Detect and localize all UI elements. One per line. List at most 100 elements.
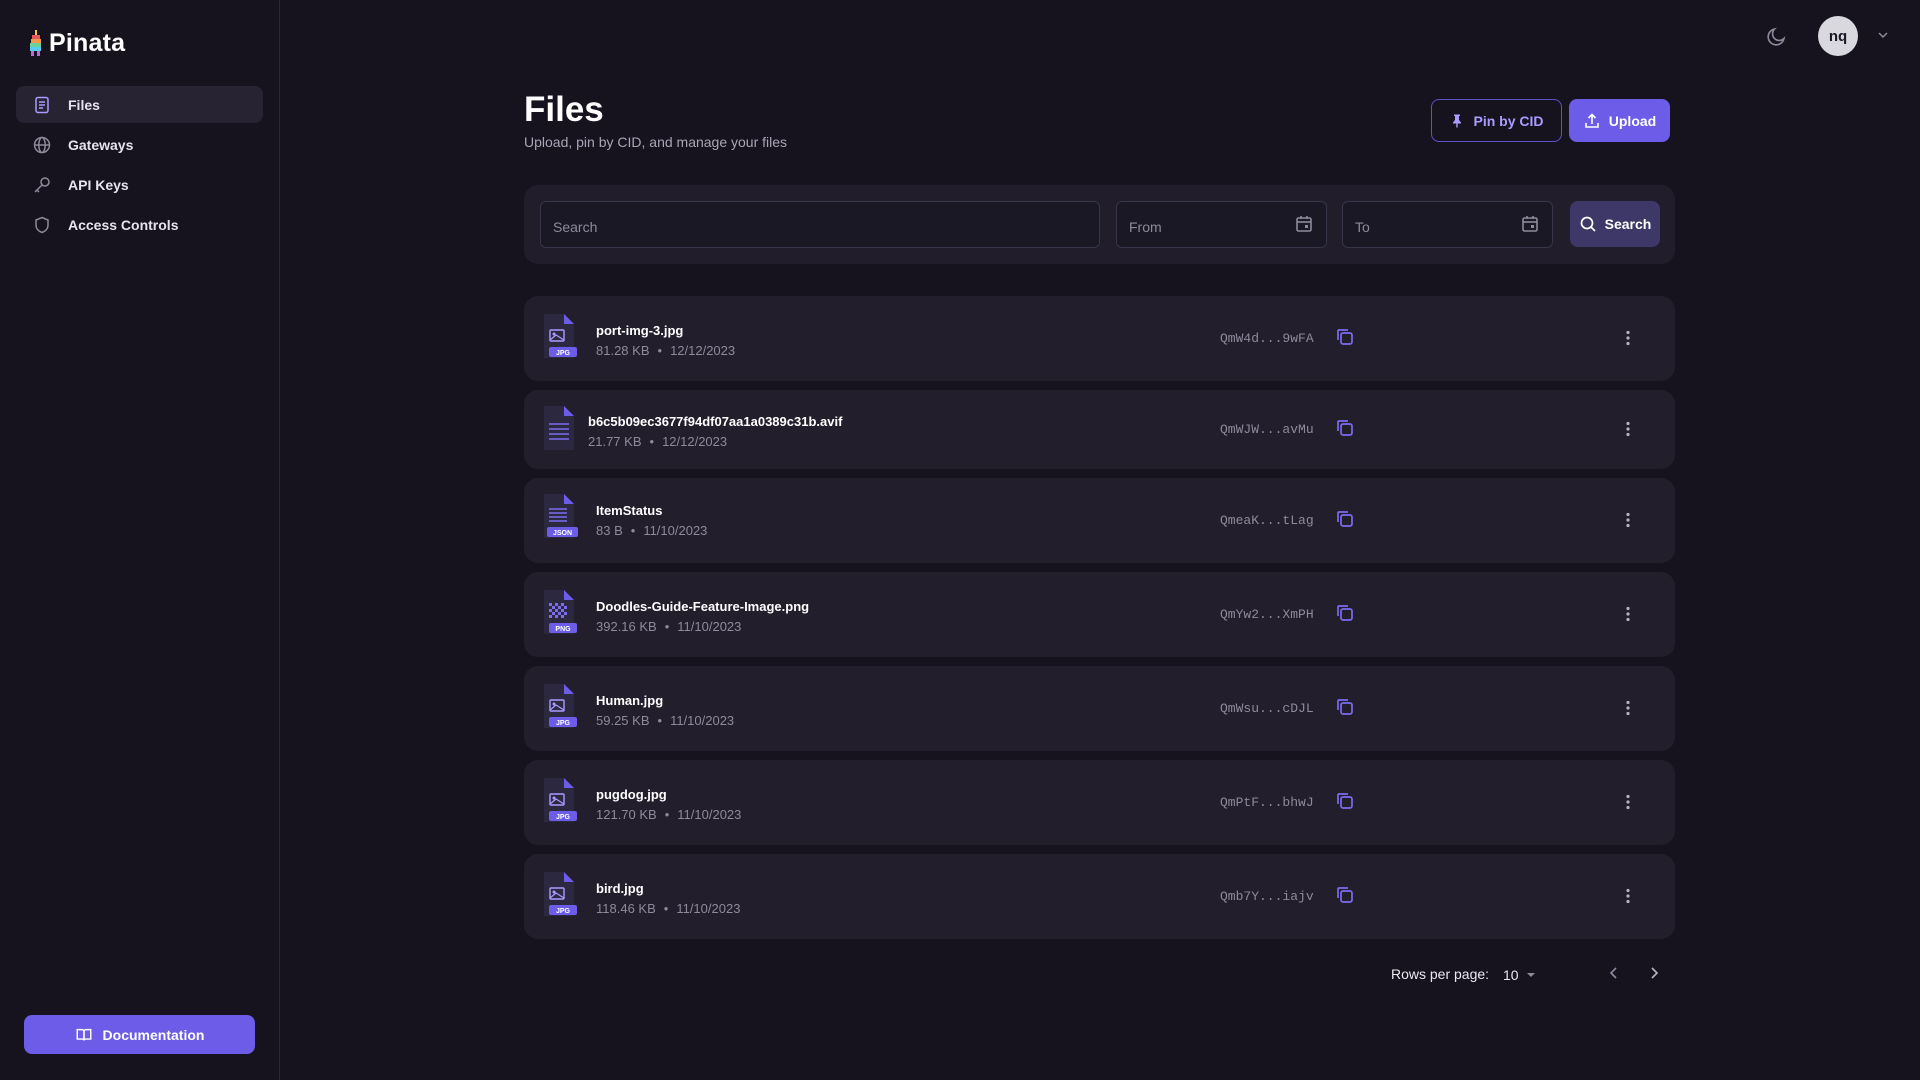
- more-options-icon[interactable]: [1618, 886, 1638, 906]
- pinata-logo[interactable]: Pinata: [29, 28, 125, 58]
- file-list: JPG port-img-3.jpg 81.28 KB • 12/12/2023 Q…: [524, 296, 1675, 948]
- pin-by-cid-button[interactable]: Pin by CID: [1431, 99, 1562, 142]
- pin-by-cid-label: Pin by CID: [1473, 112, 1544, 129]
- upload-label: Upload: [1608, 112, 1657, 129]
- calendar-icon[interactable]: [1520, 214, 1540, 234]
- meta-separator: •: [649, 434, 655, 449]
- meta-separator: •: [664, 807, 670, 822]
- shield-icon: [35, 216, 49, 233]
- file-size: 81.28 KB: [596, 343, 650, 358]
- more-options-icon[interactable]: [1618, 328, 1638, 348]
- copy-icon[interactable]: [1334, 326, 1356, 348]
- search-input[interactable]: [541, 202, 1099, 247]
- search-icon: [1580, 216, 1596, 232]
- file-row[interactable]: JPG pugdog.jpg 121.70 KB • 11/10/2023 QmPt…: [524, 760, 1675, 845]
- file-cid: QmW4d...9wFA: [1220, 331, 1314, 346]
- sidebar-item-gateways[interactable]: Gateways: [16, 126, 263, 163]
- file-name[interactable]: Human.jpg: [596, 693, 663, 708]
- chevron-down-icon[interactable]: [1876, 28, 1890, 42]
- sidebar-item-api-keys[interactable]: API Keys: [16, 166, 263, 203]
- file-size: 392.16 KB: [596, 619, 657, 634]
- key-icon: [34, 176, 50, 193]
- meta-separator: •: [664, 619, 670, 634]
- next-page-icon[interactable]: [1644, 963, 1664, 983]
- file-name[interactable]: bird.jpg: [596, 881, 644, 896]
- file-cid: QmeaK...tLag: [1220, 513, 1314, 528]
- file-name[interactable]: port-img-3.jpg: [596, 323, 683, 338]
- file-date: 11/10/2023: [670, 713, 735, 728]
- page-title: Files: [524, 90, 604, 129]
- file-date: 12/12/2023: [662, 434, 728, 449]
- png-file-icon: PNG: [544, 590, 577, 634]
- sidebar-item-access-controls[interactable]: Access Controls: [16, 206, 263, 243]
- more-options-icon[interactable]: [1618, 510, 1638, 530]
- copy-icon[interactable]: [1334, 417, 1356, 439]
- file-date: 11/10/2023: [676, 901, 741, 916]
- file-name[interactable]: Doodles-Guide-Feature-Image.png: [596, 599, 809, 614]
- file-row[interactable]: JPG bird.jpg 118.46 KB • 11/10/2023 Qmb7Y.…: [524, 854, 1675, 939]
- file-date: 11/10/2023: [643, 523, 708, 538]
- upload-button[interactable]: Upload: [1569, 99, 1670, 142]
- file-cid: Qmb7Y...iajv: [1220, 889, 1314, 904]
- jpg-file-icon: JPG: [544, 778, 577, 822]
- file-date: 11/10/2023: [677, 807, 742, 822]
- search-button-label: Search: [1604, 216, 1652, 232]
- sidebar-item-label: Gateways: [68, 136, 134, 153]
- file-meta: 121.70 KB • 11/10/2023: [596, 807, 741, 822]
- file-cid: QmYw2...XmPH: [1220, 607, 1314, 622]
- copy-icon[interactable]: [1334, 696, 1356, 718]
- more-options-icon[interactable]: [1618, 792, 1638, 812]
- rows-per-page-value: 10: [1503, 967, 1519, 983]
- file-cid: QmPtF...bhwJ: [1220, 795, 1314, 810]
- file-row[interactable]: JPG port-img-3.jpg 81.28 KB • 12/12/2023 Q…: [524, 296, 1675, 381]
- book-icon: [76, 1028, 92, 1040]
- previous-page-icon[interactable]: [1604, 963, 1624, 983]
- file-name[interactable]: ItemStatus: [596, 503, 662, 518]
- document-file-icon: [544, 406, 574, 450]
- sidebar-item-label: API Keys: [68, 176, 129, 193]
- file-meta: 83 B • 11/10/2023: [596, 523, 707, 538]
- search-field: [540, 201, 1100, 248]
- jpg-file-icon: JPG: [544, 872, 577, 916]
- svg-text:JPG: JPG: [556, 814, 571, 821]
- documentation-button[interactable]: Documentation: [24, 1015, 255, 1054]
- avatar[interactable]: nq: [1818, 16, 1858, 56]
- more-options-icon[interactable]: [1618, 698, 1638, 718]
- svg-text:PNG: PNG: [555, 626, 571, 633]
- globe-icon: [33, 136, 51, 153]
- file-row[interactable]: JPG Human.jpg 59.25 KB • 11/10/2023 QmWsu.…: [524, 666, 1675, 751]
- svg-text:JPG: JPG: [556, 720, 571, 727]
- copy-icon[interactable]: [1334, 602, 1356, 624]
- brand-name: Pinata: [49, 28, 126, 57]
- copy-icon[interactable]: [1334, 884, 1356, 906]
- file-name[interactable]: pugdog.jpg: [596, 787, 667, 802]
- file-row[interactable]: PNG Doodles-Guide-Feature-Image.png 392.…: [524, 572, 1675, 657]
- rows-per-page-select[interactable]: 10: [1503, 964, 1537, 986]
- pin-icon: [1453, 114, 1462, 127]
- jpg-file-icon: JPG: [544, 684, 577, 728]
- rows-per-page-label: Rows per page:: [1391, 966, 1490, 982]
- file-name[interactable]: b6c5b09ec3677f94df07aa1a0389c31b.avif: [588, 414, 842, 429]
- file-size: 21.77 KB: [588, 434, 642, 449]
- copy-icon[interactable]: [1334, 790, 1356, 812]
- file-meta: 118.46 KB • 11/10/2023: [596, 901, 740, 916]
- moon-icon[interactable]: [1766, 25, 1788, 47]
- file-row[interactable]: b6c5b09ec3677f94df07aa1a0389c31b.avif 21…: [524, 390, 1675, 469]
- calendar-icon[interactable]: [1294, 214, 1314, 234]
- sidebar-item-label: Access Controls: [68, 216, 179, 233]
- meta-separator: •: [630, 523, 636, 538]
- copy-icon[interactable]: [1334, 508, 1356, 530]
- page-subtitle: Upload, pin by CID, and manage your file…: [524, 134, 788, 150]
- search-button[interactable]: Search: [1570, 201, 1660, 247]
- file-icon: [35, 96, 49, 113]
- file-date: 12/12/2023: [670, 343, 736, 358]
- more-options-icon[interactable]: [1618, 419, 1638, 439]
- file-date: 11/10/2023: [677, 619, 742, 634]
- more-options-icon[interactable]: [1618, 604, 1638, 624]
- file-size: 118.46 KB: [596, 901, 656, 916]
- file-size: 83 B: [596, 523, 623, 538]
- sidebar-item-files[interactable]: Files: [16, 86, 263, 123]
- file-cid: QmWsu...cDJL: [1220, 701, 1314, 716]
- sidebar-item-label: Files: [68, 96, 100, 113]
- file-row[interactable]: JSON ItemStatus 83 B • 11/10/2023 QmeaK...…: [524, 478, 1675, 563]
